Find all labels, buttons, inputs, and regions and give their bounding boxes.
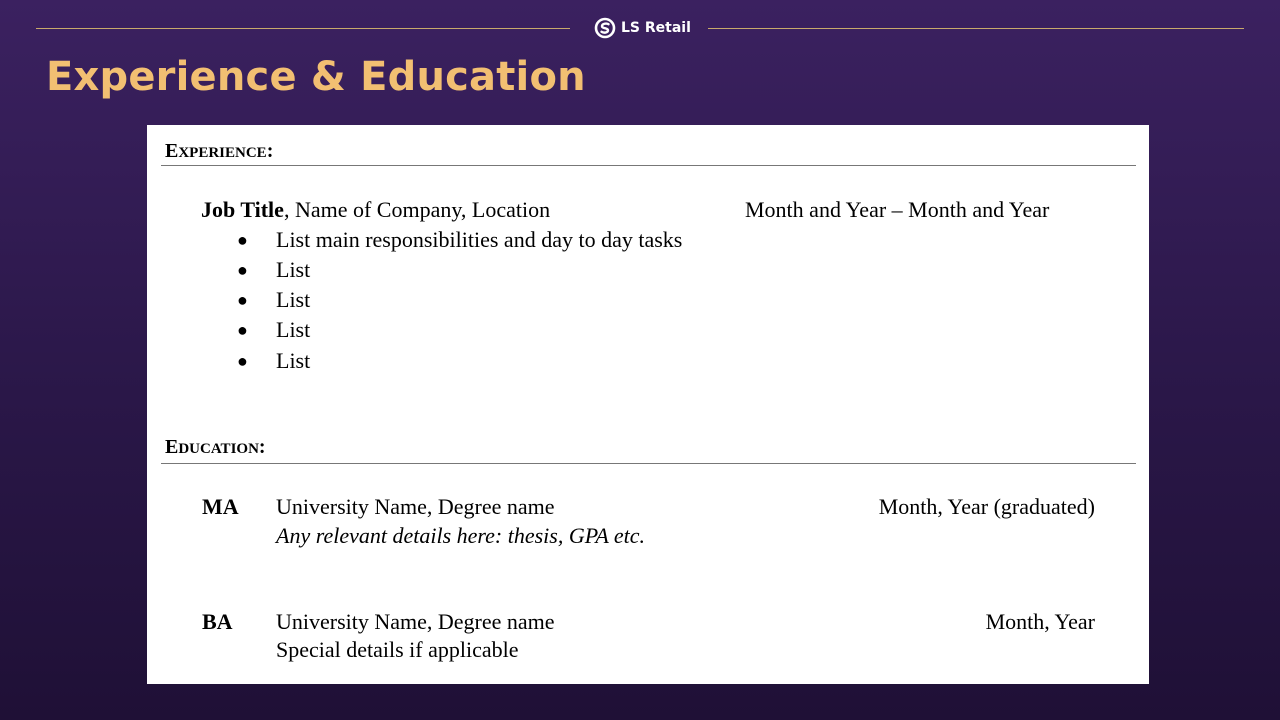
experience-heading-colon: : bbox=[266, 140, 274, 162]
bullet-item: List bbox=[276, 317, 311, 342]
bullet-icon: ● bbox=[237, 260, 248, 280]
bullet-icon: ● bbox=[237, 230, 248, 250]
education-divider bbox=[161, 463, 1136, 464]
slide-title: Experience & Education bbox=[46, 54, 586, 100]
header-rule-left bbox=[36, 28, 570, 29]
ba-school: University Name, Degree name bbox=[276, 609, 555, 634]
ma-date: Month, Year (graduated) bbox=[878, 494, 1095, 519]
bullet-item: List bbox=[276, 348, 311, 373]
experience-divider bbox=[161, 165, 1136, 166]
experience-heading: EXPERIENCE: bbox=[165, 140, 273, 163]
ba-details: Special details if applicable bbox=[276, 637, 519, 662]
ls-retail-logo-icon bbox=[594, 17, 616, 39]
experience-heading-initial: E bbox=[165, 140, 179, 162]
bullet-icon: ● bbox=[237, 320, 248, 340]
job-title: Job Title bbox=[201, 197, 284, 222]
bullet-icon: ● bbox=[237, 351, 248, 371]
ma-details: Any relevant details here: thesis, GPA e… bbox=[276, 523, 646, 548]
job-company-location: , Name of Company, Location bbox=[283, 197, 551, 222]
education-heading-initial: E bbox=[165, 436, 179, 458]
bullet-icon: ● bbox=[237, 290, 248, 310]
bullet-item: List main responsibilities and day to da… bbox=[276, 227, 683, 252]
degree-ba: BA bbox=[202, 609, 233, 634]
degree-ma: MA bbox=[202, 494, 239, 519]
education-heading-rest: DUCATION bbox=[178, 441, 259, 457]
brand-name: LS Retail bbox=[621, 20, 691, 36]
ba-date: Month, Year bbox=[985, 609, 1095, 634]
education-heading-colon: : bbox=[258, 436, 266, 458]
brand-logo: LS Retail bbox=[594, 15, 691, 41]
job-dates: Month and Year – Month and Year bbox=[745, 197, 1050, 222]
job-line: Job Title, Name of Company, Location bbox=[201, 197, 550, 223]
education-heading: EDUCATION: bbox=[165, 436, 266, 459]
bullet-item: List bbox=[276, 287, 311, 312]
header-rule-right bbox=[708, 28, 1244, 29]
ma-school: University Name, Degree name bbox=[276, 494, 555, 519]
bullet-item: List bbox=[276, 257, 311, 282]
experience-heading-rest: XPERIENCE bbox=[178, 145, 267, 161]
resume-document: EXPERIENCE: Job Title, Name of Company, … bbox=[147, 125, 1149, 684]
